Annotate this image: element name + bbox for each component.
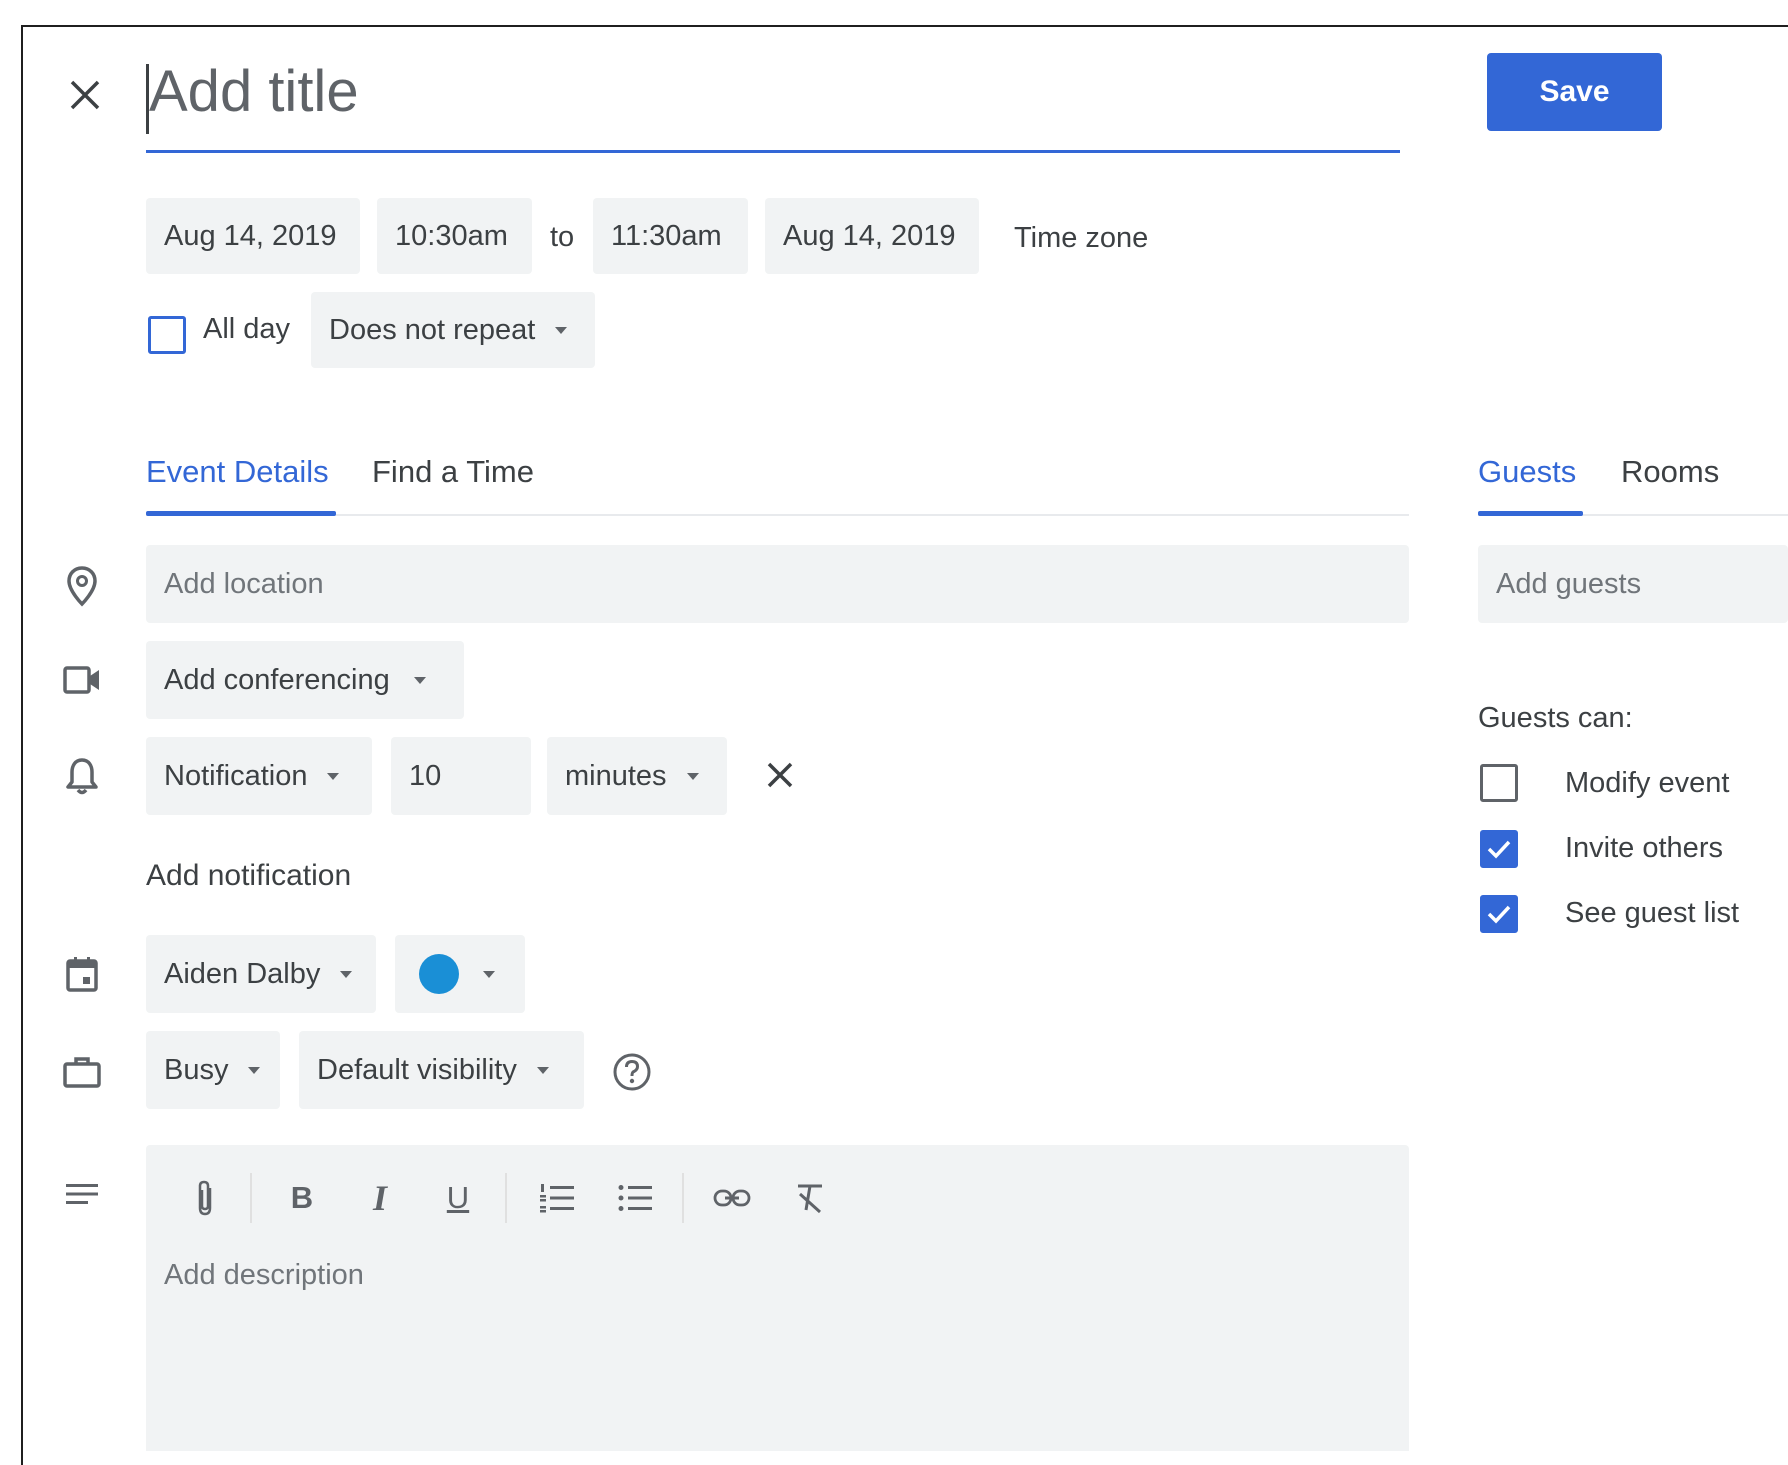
calendar-owner-dropdown[interactable]: Aiden Dalby (146, 935, 376, 1013)
add-guests-input[interactable]: Add guests (1478, 545, 1788, 623)
start-time: 10:30am (395, 219, 508, 252)
checkmark-icon (1487, 840, 1511, 859)
description-placeholder: Add description (164, 1259, 364, 1291)
see-guest-list-label: See guest list (1565, 897, 1740, 929)
chevron-down-icon (248, 1066, 261, 1074)
start-date-chip[interactable]: Aug 14, 2019 (146, 198, 360, 274)
guests-tab-active-indicator (1478, 511, 1583, 516)
modify-event-checkbox[interactable] (1480, 764, 1518, 802)
description-lines-icon (58, 1170, 106, 1218)
chevron-down-icon (413, 676, 426, 684)
bulleted-list-icon[interactable] (613, 1173, 657, 1223)
conferencing-label: Add conferencing (164, 663, 390, 696)
location-input[interactable]: Add location (146, 545, 1409, 623)
notification-amount: 10 (409, 759, 442, 792)
event-color-dropdown[interactable] (395, 935, 525, 1013)
notification-type: Notification (164, 759, 308, 792)
toolbar-separator (250, 1173, 252, 1223)
video-camera-icon (58, 656, 106, 704)
end-date: Aug 14, 2019 (783, 219, 956, 252)
numbered-list-icon[interactable] (535, 1173, 579, 1223)
underline-icon[interactable]: U (436, 1173, 480, 1223)
see-guest-list-checkbox[interactable] (1480, 895, 1518, 933)
end-time-chip[interactable]: 11:30am (593, 198, 748, 274)
close-icon[interactable] (60, 70, 110, 120)
notification-type-dropdown[interactable]: Notification (146, 737, 372, 815)
conferencing-dropdown[interactable]: Add conferencing (146, 641, 464, 719)
link-icon[interactable] (710, 1173, 754, 1223)
remove-notification-icon[interactable] (757, 752, 803, 798)
calendar-owner: Aiden Dalby (164, 957, 321, 990)
repeat-dropdown[interactable]: Does not repeat (311, 292, 595, 368)
chevron-down-icon (686, 772, 699, 780)
title-input[interactable]: Add title (149, 58, 359, 125)
location-placeholder: Add location (164, 567, 324, 600)
chevron-down-icon (483, 970, 495, 978)
tab-find-a-time[interactable]: Find a Time (372, 454, 534, 490)
attachment-icon[interactable] (183, 1173, 227, 1223)
bell-icon (58, 752, 106, 800)
invite-others-label: Invite others (1565, 832, 1723, 864)
title-underline (146, 150, 1400, 153)
invite-others-checkbox[interactable] (1480, 830, 1518, 868)
location-pin-icon (58, 562, 106, 610)
event-color-swatch (419, 954, 459, 994)
tab-rooms[interactable]: Rooms (1621, 454, 1719, 490)
notification-unit-dropdown[interactable]: minutes (547, 737, 727, 815)
chevron-down-icon (536, 1066, 549, 1074)
briefcase-icon (58, 1048, 106, 1096)
start-time-chip[interactable]: 10:30am (377, 198, 532, 274)
tab-guests[interactable]: Guests (1478, 454, 1576, 490)
end-date-chip[interactable]: Aug 14, 2019 (765, 198, 979, 274)
time-zone-link[interactable]: Time zone (1014, 222, 1148, 255)
checkmark-icon (1487, 905, 1511, 924)
tab-event-details[interactable]: Event Details (146, 454, 329, 490)
modify-event-label: Modify event (1565, 767, 1730, 799)
guests-can-label: Guests can: (1478, 702, 1633, 734)
add-guests-placeholder: Add guests (1496, 567, 1642, 600)
chevron-down-icon (340, 970, 353, 978)
save-button[interactable]: Save (1487, 53, 1662, 131)
clear-formatting-icon[interactable] (788, 1173, 832, 1223)
notification-unit: minutes (565, 759, 667, 792)
save-button-label: Save (1539, 75, 1610, 108)
start-date: Aug 14, 2019 (164, 219, 337, 252)
add-notification-link[interactable]: Add notification (146, 859, 351, 893)
availability-dropdown[interactable]: Busy (146, 1031, 280, 1109)
all-day-label: All day (203, 313, 291, 345)
italic-icon[interactable]: I (358, 1173, 402, 1223)
notification-amount-input[interactable]: 10 (391, 737, 531, 815)
help-icon[interactable] (610, 1050, 654, 1094)
all-day-checkbox[interactable] (148, 316, 186, 354)
toolbar-separator (682, 1173, 684, 1223)
to-label: to (550, 221, 575, 253)
end-time: 11:30am (611, 219, 722, 252)
bold-icon[interactable]: B (280, 1173, 324, 1223)
tab-active-indicator (146, 511, 336, 516)
repeat-value: Does not repeat (329, 313, 536, 346)
toolbar-separator (505, 1173, 507, 1223)
calendar-icon (58, 950, 106, 998)
visibility-dropdown[interactable]: Default visibility (299, 1031, 584, 1109)
description-editor[interactable] (146, 1145, 1409, 1451)
chevron-down-icon (555, 326, 568, 334)
visibility: Default visibility (317, 1053, 517, 1086)
chevron-down-icon (327, 772, 340, 780)
availability: Busy (164, 1053, 229, 1086)
